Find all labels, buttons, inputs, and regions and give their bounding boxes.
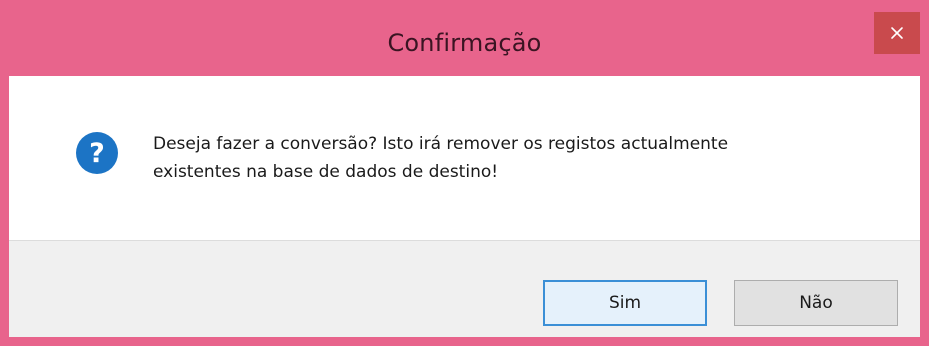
dialog-window: Confirmação ? Deseja fazer a conversão? … xyxy=(0,0,929,346)
window-title: Confirmação xyxy=(387,29,542,57)
dialog-button-bar: Sim Não xyxy=(9,240,920,337)
dialog-content: ? Deseja fazer a conversão? Isto irá rem… xyxy=(9,76,920,240)
dialog-message: Deseja fazer a conversão? Isto irá remov… xyxy=(153,134,729,182)
question-icon: ? xyxy=(76,132,118,174)
title-bar[interactable]: Confirmação xyxy=(9,0,920,76)
no-button[interactable]: Não xyxy=(734,280,898,326)
close-button[interactable] xyxy=(874,12,920,54)
svg-text:?: ? xyxy=(89,138,105,169)
dialog-client-area: ? Deseja fazer a conversão? Isto irá rem… xyxy=(9,76,920,337)
yes-button[interactable]: Sim xyxy=(543,280,707,326)
close-icon xyxy=(891,27,903,39)
